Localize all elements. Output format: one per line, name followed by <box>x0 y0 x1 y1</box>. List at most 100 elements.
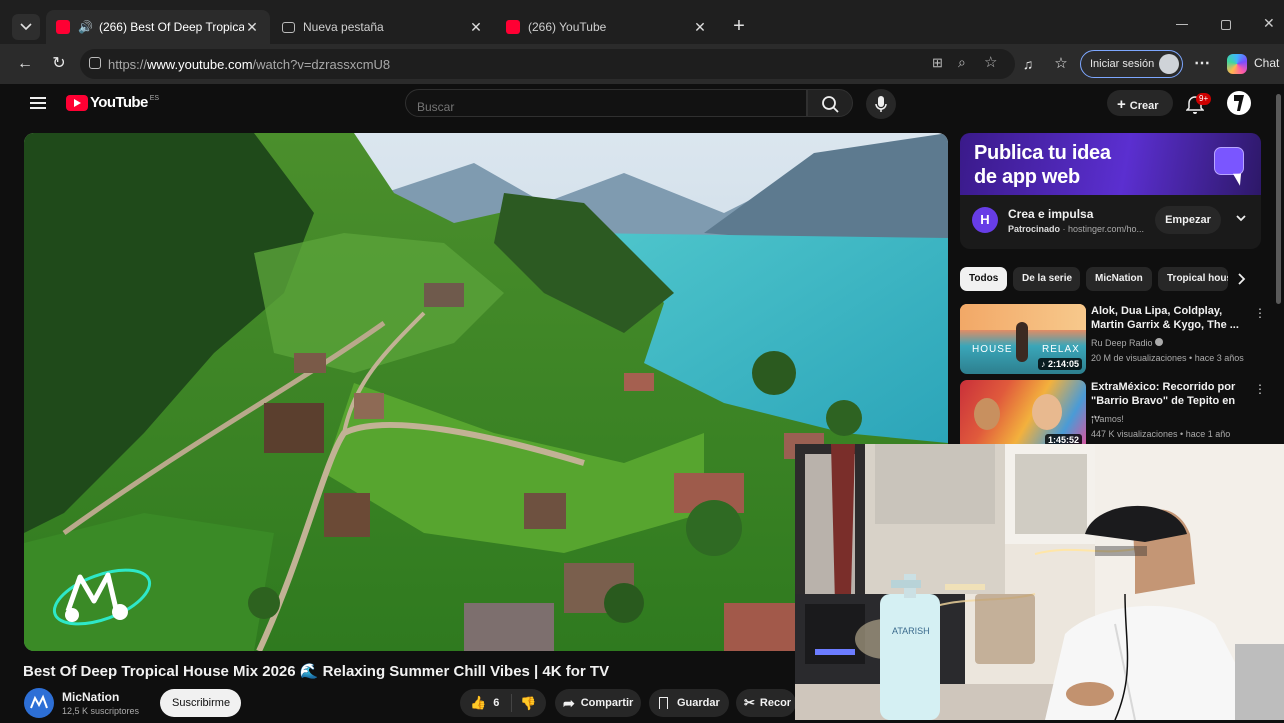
chat-label[interactable]: Chat <box>1254 56 1279 70</box>
recommended-meta: 447 K visualizaciones • hace 1 año <box>1091 429 1231 439</box>
chip-tropical-house[interactable]: Tropical house <box>1158 267 1228 291</box>
search-input[interactable] <box>405 89 807 117</box>
copilot-icon[interactable] <box>1227 54 1247 74</box>
ad-cta-button[interactable]: Empezar <box>1155 206 1221 234</box>
ad-banner-line: de app web <box>974 166 1080 188</box>
account-avatar[interactable] <box>1227 91 1251 115</box>
create-button[interactable]: + Crear <box>1107 90 1173 116</box>
address-bar[interactable]: https://www.youtube.com/watch?v=dzrassxc… <box>80 49 1015 79</box>
save-button[interactable]: Guardar <box>649 689 729 717</box>
more-options-icon[interactable]: ⋯ <box>1191 53 1213 75</box>
recommended-channel: ¡Vamos! <box>1091 414 1124 424</box>
bookmark-icon <box>659 697 668 709</box>
notifications-badge: 9+ <box>1196 93 1212 105</box>
site-info-lock-icon[interactable] <box>89 57 101 69</box>
ad-sponsor-line: Patrocinado · hostinger.com/ho... <box>1008 224 1145 234</box>
chevron-down-icon[interactable] <box>1234 211 1248 230</box>
close-tab-icon[interactable]: ✕ <box>468 19 484 36</box>
subscriber-count: 12,5 K suscriptores <box>62 706 140 716</box>
plus-icon: + <box>1117 96 1126 113</box>
bottle-label: ATARISH <box>892 626 930 636</box>
share-label: Compartir <box>580 697 634 709</box>
close-tab-icon[interactable]: ✕ <box>692 19 708 36</box>
sponsored-ad-card[interactable]: Publica tu idea de app web H Crea e impu… <box>960 133 1261 249</box>
youtube-favicon-icon <box>506 20 520 34</box>
favorites-icon[interactable]: ☆ <box>1050 53 1072 75</box>
speaker-icon[interactable]: 🔊 <box>78 20 93 34</box>
youtube-logo[interactable]: YouTube ES <box>66 94 159 111</box>
search-button[interactable] <box>807 89 853 117</box>
chip-micnation[interactable]: MicNation <box>1086 267 1152 291</box>
recommended-video[interactable]: HOUSE RELAX ♪ 2:14:05 Alok, Dua Lipa, Co… <box>960 304 1266 374</box>
channel-watermark-logo-icon <box>52 568 152 626</box>
recommended-meta: 20 M de visualizaciones • hace 3 años <box>1091 353 1244 363</box>
url-text: https://www.youtube.com/watch?v=dzrassxc… <box>108 57 391 72</box>
ad-domain: hostinger.com/ho... <box>1068 224 1145 234</box>
reload-icon[interactable]: ↻ <box>48 53 70 75</box>
thumbnail-text: RELAX <box>1042 344 1080 355</box>
hostinger-logo-icon: H <box>972 207 998 233</box>
tab-youtube-video[interactable]: 🔊 (266) Best Of Deep Tropical House Mix … <box>46 10 270 44</box>
cursor-pointer-icon <box>1232 170 1247 186</box>
like-count: 6 <box>493 697 500 709</box>
scissors-icon: ✂ <box>744 695 755 710</box>
share-button[interactable]: ➦ Compartir <box>555 689 641 717</box>
close-window-icon[interactable]: ✕ <box>1263 15 1275 32</box>
voice-search-button[interactable] <box>866 89 896 119</box>
tab-title: (266) YouTube <box>528 20 607 34</box>
channel-avatar[interactable] <box>24 688 54 718</box>
recommended-video[interactable]: 1:45:52 ExtraMéxico: Recorrido por "Barr… <box>960 380 1266 450</box>
ad-title: Crea e impulsa <box>1008 207 1094 221</box>
chips-next-chevron-icon[interactable] <box>1234 272 1248 291</box>
page-favicon-icon <box>282 21 295 33</box>
more-actions-icon[interactable]: ⋮ <box>1254 382 1266 396</box>
signin-label: Iniciar sesión <box>1090 58 1155 70</box>
sponsored-label: Patrocinado <box>1008 224 1061 234</box>
close-tab-icon[interactable]: ✕ <box>244 19 260 36</box>
thumbnail-text: HOUSE <box>972 344 1013 355</box>
subscribe-button[interactable]: Suscribirme <box>160 689 241 717</box>
new-tab-plus-icon[interactable]: + <box>728 15 750 37</box>
create-label: Crear <box>1129 100 1159 112</box>
video-thumbnail[interactable]: HOUSE RELAX ♪ 2:14:05 <box>960 304 1086 374</box>
verified-check-icon <box>1155 338 1164 346</box>
extensions-icon[interactable]: ♫ <box>1017 53 1039 75</box>
dislike-button[interactable]: 👍 <box>512 695 536 711</box>
country-code: ES <box>149 95 160 102</box>
chip-de-la-serie[interactable]: De la serie <box>1013 267 1080 291</box>
tab-title: (266) Best Of Deep Tropical House Mix 20… <box>98 20 244 34</box>
back-arrow-icon[interactable]: ← <box>14 53 36 75</box>
minimize-window-icon[interactable] <box>1176 24 1188 25</box>
tab-youtube-home[interactable]: (266) YouTube ✕ <box>496 10 718 44</box>
microphone-icon <box>875 96 887 112</box>
duration-text: 2:14:05 <box>1047 359 1079 369</box>
channel-name-text: Ru Deep Radio <box>1091 338 1153 348</box>
page-scrollbar[interactable] <box>1274 88 1282 318</box>
signin-button[interactable]: Iniciar sesión <box>1080 50 1183 78</box>
like-button[interactable]: 👍 6 <box>460 694 512 712</box>
tab-new[interactable]: Nueva pestaña ✕ <box>272 10 494 44</box>
zoom-icon[interactable]: ⌕ <box>958 54 966 71</box>
like-dislike-group: 👍 6 👍 <box>460 689 546 717</box>
ad-banner[interactable]: Publica tu idea de app web <box>960 133 1261 195</box>
restore-window-icon[interactable] <box>1221 20 1231 30</box>
favorite-star-icon[interactable]: ☆ <box>984 53 997 71</box>
tab-list-dropdown-icon[interactable] <box>12 14 40 40</box>
webcam-scene: ATARISH <box>795 444 1284 720</box>
recommended-channel: Ru Deep Radio <box>1091 338 1164 348</box>
video-duration: ♪ 2:14:05 <box>1037 358 1082 370</box>
ad-banner-headline: Publica tu idea de app web <box>974 141 1174 189</box>
thumbs-up-icon: 👍 <box>470 695 487 710</box>
youtube-play-logo-icon <box>66 94 88 111</box>
youtube-favicon-icon <box>56 20 70 34</box>
reader-mode-icon[interactable]: ⊞ <box>932 55 943 71</box>
hamburger-menu-icon[interactable] <box>30 97 46 109</box>
clip-button[interactable]: ✂ Recor <box>736 689 796 717</box>
chip-todos[interactable]: Todos <box>960 267 1007 291</box>
more-actions-icon[interactable]: ⋮ <box>1254 306 1266 320</box>
thumbs-down-icon: 👍 <box>520 696 537 711</box>
clip-label: Recor <box>759 697 792 709</box>
profile-avatar-icon <box>1159 54 1179 74</box>
channel-name[interactable]: MicNation <box>62 690 119 704</box>
video-thumbnail[interactable]: 1:45:52 <box>960 380 1086 450</box>
